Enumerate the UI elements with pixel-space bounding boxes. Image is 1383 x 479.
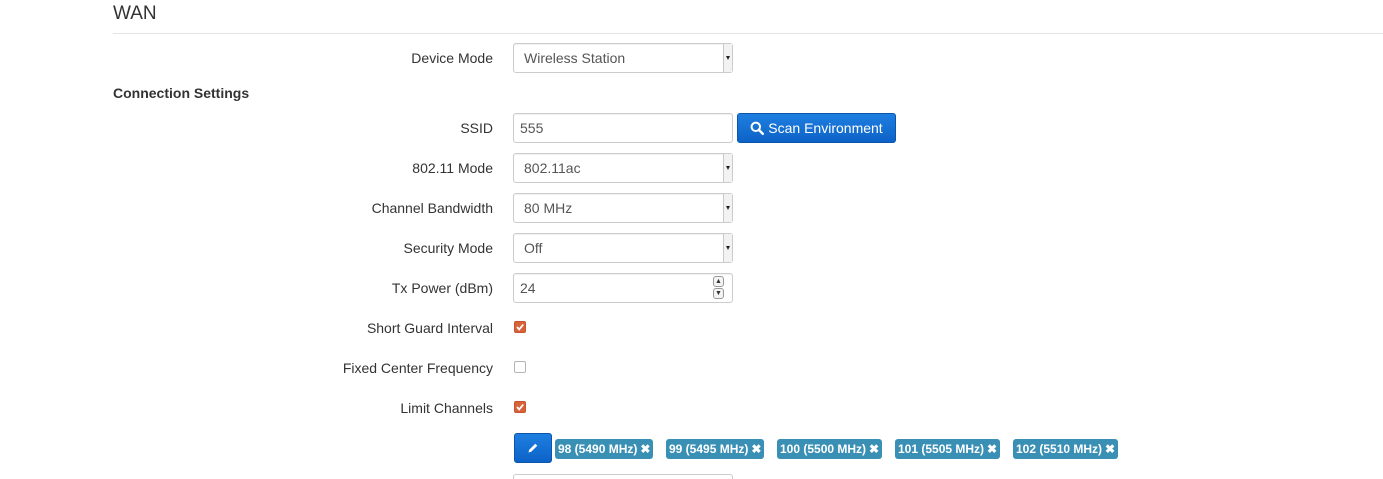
- device-mode-row: Device Mode Wireless Station: [0, 43, 1383, 73]
- mode-80211-select[interactable]: 802.11ac: [513, 153, 733, 183]
- security-mode-row: Security Mode Off: [0, 233, 1383, 263]
- chevron-down-icon: [723, 194, 732, 222]
- tx-power-input[interactable]: [513, 273, 733, 303]
- tx-power-spinner: ▲ ▼: [713, 276, 724, 299]
- channel-tag: 101 (5505 MHz) ✖: [895, 439, 1001, 459]
- channel-tag-label: 102 (5510 MHz): [1016, 442, 1103, 456]
- fixed-center-frequency-checkbox[interactable]: [514, 361, 526, 373]
- spinner-up-icon[interactable]: ▲: [713, 276, 724, 287]
- channel-bandwidth-row: Channel Bandwidth 80 MHz: [0, 193, 1383, 223]
- mode-80211-label: 802.11 Mode: [412, 160, 493, 176]
- security-mode-label: Security Mode: [403, 240, 493, 256]
- device-mode-value: Wireless Station: [524, 50, 626, 66]
- scan-environment-button[interactable]: Scan Environment: [737, 113, 896, 143]
- ssid-row: SSID Scan Environment: [0, 113, 1383, 143]
- channel-bandwidth-select[interactable]: 80 MHz: [513, 193, 733, 223]
- channel-bandwidth-value: 80 MHz: [524, 200, 573, 216]
- close-icon[interactable]: ✖: [869, 439, 879, 459]
- device-mode-select[interactable]: Wireless Station: [513, 43, 733, 73]
- close-icon[interactable]: ✖: [987, 439, 997, 459]
- channel-tag: 99 (5495 MHz) ✖: [666, 439, 765, 459]
- scan-environment-label: Scan Environment: [768, 120, 883, 136]
- chevron-down-icon: [723, 234, 732, 262]
- device-mode-label: Device Mode: [411, 50, 493, 66]
- checkmark-icon: [516, 324, 524, 331]
- channel-tag: 100 (5500 MHz) ✖: [777, 439, 883, 459]
- next-field-edge: [513, 474, 733, 479]
- short-guard-interval-label: Short Guard Interval: [366, 320, 493, 336]
- chevron-down-icon: [723, 44, 732, 72]
- close-icon[interactable]: ✖: [640, 439, 650, 459]
- tx-power-row: Tx Power (dBm) ▲ ▼: [0, 273, 1383, 303]
- connection-settings-title: Connection Settings: [113, 85, 250, 101]
- security-mode-value: Off: [524, 240, 543, 256]
- limit-channels-label: Limit Channels: [400, 400, 493, 416]
- limit-channels-row: Limit Channels: [0, 393, 1383, 423]
- channel-tag: 98 (5490 MHz) ✖: [555, 439, 654, 459]
- channel-tag-label: 101 (5505 MHz): [898, 442, 985, 456]
- close-icon[interactable]: ✖: [751, 439, 761, 459]
- section-title: WAN: [113, 3, 157, 24]
- mode-80211-value: 802.11ac: [524, 160, 581, 176]
- search-icon: [750, 121, 765, 135]
- ssid-label: SSID: [460, 120, 493, 136]
- security-mode-select[interactable]: Off: [513, 233, 733, 263]
- limit-channels-checkbox[interactable]: [514, 401, 526, 413]
- fixed-center-frequency-label: Fixed Center Frequency: [342, 360, 493, 376]
- channel-tag-label: 100 (5500 MHz): [780, 442, 867, 456]
- checkmark-icon: [516, 404, 524, 411]
- tx-power-label: Tx Power (dBm): [391, 280, 493, 296]
- channel-bandwidth-label: Channel Bandwidth: [371, 200, 493, 216]
- ssid-input[interactable]: [513, 113, 733, 143]
- mode-80211-row: 802.11 Mode 802.11ac: [0, 153, 1383, 183]
- edit-channels-button[interactable]: [514, 433, 552, 463]
- pencil-icon: [528, 443, 538, 453]
- channels-row: 98 (5490 MHz) ✖ 99 (5495 MHz) ✖ 100 (5500 …: [0, 433, 1383, 463]
- chevron-down-icon: [723, 154, 732, 182]
- spinner-down-icon[interactable]: ▼: [713, 288, 724, 299]
- short-guard-interval-row: Short Guard Interval: [0, 313, 1383, 343]
- short-guard-interval-checkbox[interactable]: [514, 321, 526, 333]
- close-icon[interactable]: ✖: [1105, 439, 1115, 459]
- channel-tag: 102 (5510 MHz) ✖: [1013, 439, 1119, 459]
- fixed-center-frequency-row: Fixed Center Frequency: [0, 353, 1383, 383]
- channel-tag-label: 99 (5495 MHz): [669, 442, 749, 456]
- section-divider: [113, 33, 1383, 34]
- channel-tag-label: 98 (5490 MHz): [558, 442, 638, 456]
